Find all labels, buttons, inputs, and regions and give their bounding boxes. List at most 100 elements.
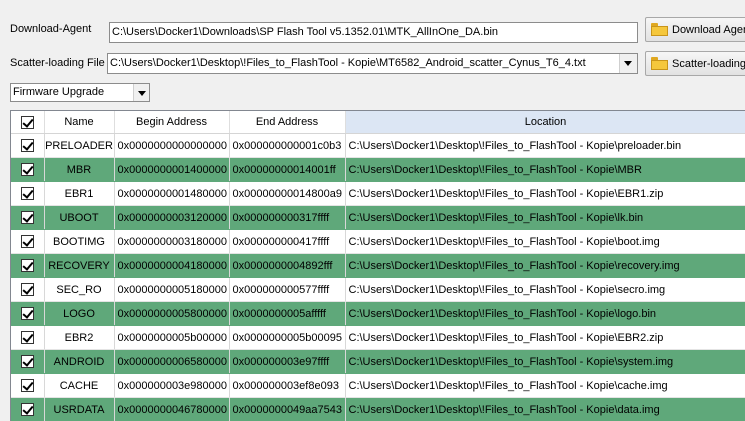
row-checkbox[interactable]	[11, 278, 44, 302]
location-cell[interactable]: C:\Users\Docker1\Desktop\!Files_to_Flash…	[345, 302, 745, 326]
download-agent-label: Download-Agent	[10, 23, 91, 35]
begin-address: 0x0000000046780000	[114, 398, 229, 421]
begin-address: 0x0000000005b00000	[114, 326, 229, 350]
column-header-end-address[interactable]: End Address	[229, 111, 345, 134]
partition-name: PRELOADER	[44, 134, 114, 158]
checkbox-checked-icon[interactable]	[21, 139, 34, 152]
checkbox-checked-icon[interactable]	[21, 403, 34, 416]
location-cell[interactable]: C:\Users\Docker1\Desktop\!Files_to_Flash…	[345, 206, 745, 230]
partition-name: UBOOT	[44, 206, 114, 230]
row-checkbox[interactable]	[11, 134, 44, 158]
end-address: 0x000000003ef8e093	[229, 374, 345, 398]
table-row[interactable]: UBOOT0x00000000031200000x000000000317fff…	[11, 206, 745, 230]
row-checkbox[interactable]	[11, 230, 44, 254]
checkbox-checked-icon[interactable]	[21, 116, 34, 129]
checkbox-checked-icon[interactable]	[21, 379, 34, 392]
checkbox-checked-icon[interactable]	[21, 187, 34, 200]
download-agent-button[interactable]: Download Agent	[645, 17, 745, 42]
table-header-row: Name Begin Address End Address Location	[11, 111, 745, 134]
partition-name: ANDROID	[44, 350, 114, 374]
partition-name: RECOVERY	[44, 254, 114, 278]
begin-address: 0x0000000001400000	[114, 158, 229, 182]
location-cell[interactable]: C:\Users\Docker1\Desktop\!Files_to_Flash…	[345, 326, 745, 350]
folder-icon	[651, 57, 668, 70]
download-agent-path-field[interactable]: C:\Users\Docker1\Downloads\SP Flash Tool…	[109, 22, 638, 43]
folder-icon	[651, 23, 668, 36]
location-cell[interactable]: C:\Users\Docker1\Desktop\!Files_to_Flash…	[345, 182, 745, 206]
table-row[interactable]: EBR20x0000000005b000000x0000000005b00095…	[11, 326, 745, 350]
select-all-header[interactable]	[11, 111, 44, 134]
checkbox-checked-icon[interactable]	[21, 235, 34, 248]
table-row[interactable]: LOGO0x00000000058000000x0000000005afffff…	[11, 302, 745, 326]
table-row[interactable]: PRELOADER0x00000000000000000x00000000000…	[11, 134, 745, 158]
location-cell[interactable]: C:\Users\Docker1\Desktop\!Files_to_Flash…	[345, 350, 745, 374]
location-cell[interactable]: C:\Users\Docker1\Desktop\!Files_to_Flash…	[345, 278, 745, 302]
chevron-down-icon[interactable]	[619, 54, 637, 73]
scatter-file-combo[interactable]: C:\Users\Docker1\Desktop\!Files_to_Flash…	[107, 53, 638, 74]
partition-name: MBR	[44, 158, 114, 182]
partition-name: EBR2	[44, 326, 114, 350]
row-checkbox[interactable]	[11, 374, 44, 398]
begin-address: 0x0000000005800000	[114, 302, 229, 326]
row-checkbox[interactable]	[11, 254, 44, 278]
partition-name: CACHE	[44, 374, 114, 398]
row-checkbox[interactable]	[11, 398, 44, 421]
scatter-file-label: Scatter-loading File	[10, 57, 105, 69]
scatter-loading-button-label: Scatter-loading	[672, 58, 745, 70]
end-address: 0x000000000577ffff	[229, 278, 345, 302]
download-agent-button-label: Download Agent	[672, 24, 745, 36]
column-header-begin-address[interactable]: Begin Address	[114, 111, 229, 134]
mode-select-value: Firmware Upgrade	[13, 86, 104, 98]
checkbox-checked-icon[interactable]	[21, 163, 34, 176]
begin-address: 0x0000000000000000	[114, 134, 229, 158]
end-address: 0x000000000317ffff	[229, 206, 345, 230]
partition-name: SEC_RO	[44, 278, 114, 302]
mode-select[interactable]: Firmware Upgrade	[10, 83, 150, 102]
end-address: 0x000000003e97ffff	[229, 350, 345, 374]
row-checkbox[interactable]	[11, 158, 44, 182]
row-checkbox[interactable]	[11, 302, 44, 326]
end-address: 0x000000000417ffff	[229, 230, 345, 254]
begin-address: 0x0000000004180000	[114, 254, 229, 278]
location-cell[interactable]: C:\Users\Docker1\Desktop\!Files_to_Flash…	[345, 398, 745, 421]
partition-name: BOOTIMG	[44, 230, 114, 254]
location-cell[interactable]: C:\Users\Docker1\Desktop\!Files_to_Flash…	[345, 254, 745, 278]
location-cell[interactable]: C:\Users\Docker1\Desktop\!Files_to_Flash…	[345, 158, 745, 182]
end-address: 0x0000000005afffff	[229, 302, 345, 326]
checkbox-checked-icon[interactable]	[21, 259, 34, 272]
end-address: 0x00000000014800a9	[229, 182, 345, 206]
row-checkbox[interactable]	[11, 182, 44, 206]
table-row[interactable]: MBR0x00000000014000000x00000000014001ffC…	[11, 158, 745, 182]
table-row[interactable]: CACHE0x000000003e9800000x000000003ef8e09…	[11, 374, 745, 398]
partition-name: LOGO	[44, 302, 114, 326]
checkbox-checked-icon[interactable]	[21, 331, 34, 344]
location-cell[interactable]: C:\Users\Docker1\Desktop\!Files_to_Flash…	[345, 374, 745, 398]
checkbox-checked-icon[interactable]	[21, 283, 34, 296]
begin-address: 0x0000000006580000	[114, 350, 229, 374]
table-row[interactable]: SEC_RO0x00000000051800000x000000000577ff…	[11, 278, 745, 302]
location-cell[interactable]: C:\Users\Docker1\Desktop\!Files_to_Flash…	[345, 134, 745, 158]
column-header-name[interactable]: Name	[44, 111, 114, 134]
chevron-down-icon[interactable]	[133, 84, 149, 101]
table-row[interactable]: EBR10x00000000014800000x00000000014800a9…	[11, 182, 745, 206]
scatter-loading-button[interactable]: Scatter-loading	[645, 51, 745, 76]
checkbox-checked-icon[interactable]	[21, 211, 34, 224]
location-cell[interactable]: C:\Users\Docker1\Desktop\!Files_to_Flash…	[345, 230, 745, 254]
checkbox-checked-icon[interactable]	[21, 355, 34, 368]
table-row[interactable]: ANDROID0x00000000065800000x000000003e97f…	[11, 350, 745, 374]
end-address: 0x0000000005b00095	[229, 326, 345, 350]
partition-name: USRDATA	[44, 398, 114, 421]
table-row[interactable]: USRDATA0x00000000467800000x0000000049aa7…	[11, 398, 745, 421]
begin-address: 0x000000003e980000	[114, 374, 229, 398]
checkbox-checked-icon[interactable]	[21, 307, 34, 320]
begin-address: 0x0000000005180000	[114, 278, 229, 302]
end-address: 0x000000000001c0b3	[229, 134, 345, 158]
row-checkbox[interactable]	[11, 206, 44, 230]
row-checkbox[interactable]	[11, 350, 44, 374]
column-header-location[interactable]: Location	[345, 111, 745, 134]
table-row[interactable]: RECOVERY0x00000000041800000x000000000489…	[11, 254, 745, 278]
end-address: 0x00000000014001ff	[229, 158, 345, 182]
scatter-file-path: C:\Users\Docker1\Desktop\!Files_to_Flash…	[110, 57, 586, 69]
row-checkbox[interactable]	[11, 326, 44, 350]
table-row[interactable]: BOOTIMG0x00000000031800000x000000000417f…	[11, 230, 745, 254]
